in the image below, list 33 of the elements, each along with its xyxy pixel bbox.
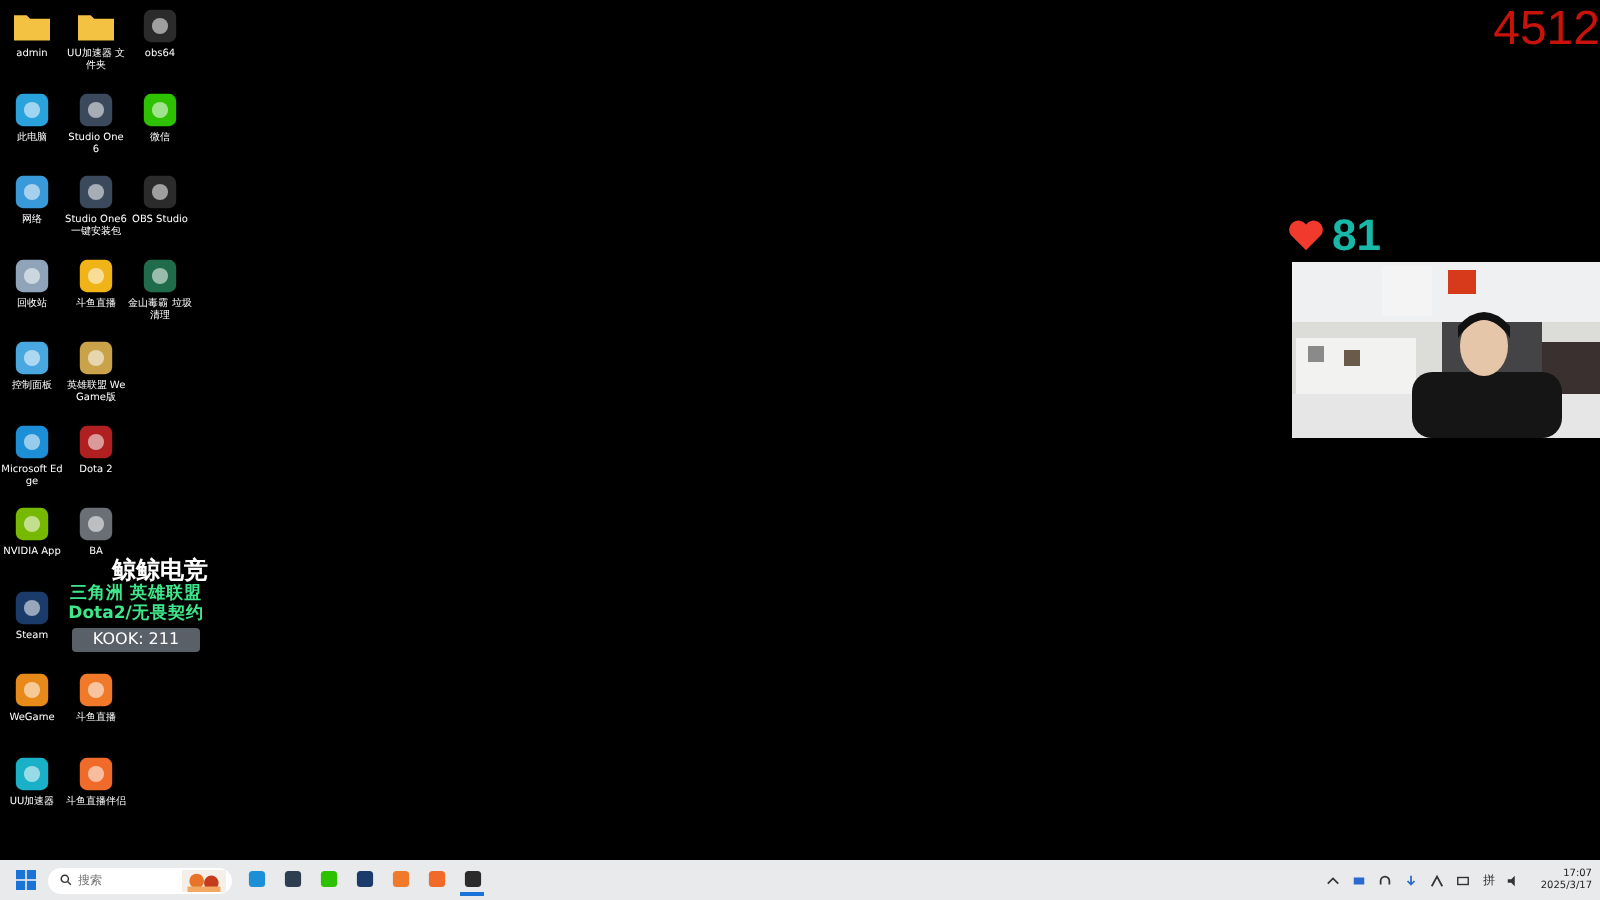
app-icon[interactable] <box>78 755 114 791</box>
app-icon[interactable] <box>78 340 114 376</box>
app-icon[interactable] <box>14 672 50 708</box>
app-icon[interactable] <box>142 8 178 44</box>
app-icon[interactable] <box>78 423 114 459</box>
viewer-count: 4512 <box>1493 0 1600 60</box>
app-icon[interactable] <box>14 589 50 625</box>
chevron-up-icon[interactable] <box>1326 873 1341 887</box>
app-icon[interactable] <box>14 91 50 127</box>
download-icon[interactable] <box>1404 873 1419 887</box>
app-icon[interactable] <box>14 423 50 459</box>
windows-start-icon[interactable] <box>16 870 36 890</box>
app-icon[interactable] <box>78 174 114 210</box>
like-count: 81 <box>1332 212 1381 260</box>
overlay-text: Dota2/无畏契约 <box>68 604 204 624</box>
app-icon[interactable] <box>142 257 178 293</box>
app-icon[interactable] <box>14 755 50 791</box>
overlay-text: 三角洲 英雄联盟 <box>70 584 202 604</box>
app-icon[interactable] <box>78 672 114 708</box>
app-icon[interactable] <box>142 174 178 210</box>
app-icon[interactable] <box>78 506 114 542</box>
kook-badge: KOOK: 211 <box>72 628 200 652</box>
app-icon[interactable] <box>142 91 178 127</box>
app-icon[interactable] <box>78 91 114 127</box>
app-icon[interactable] <box>14 340 50 376</box>
search-icon <box>60 874 72 886</box>
app-icon[interactable] <box>14 174 50 210</box>
app-icon[interactable] <box>14 506 50 542</box>
overlay-title: 鲸鲸电竞 <box>108 556 208 584</box>
speaker-icon[interactable] <box>1506 873 1521 887</box>
app-icon[interactable] <box>14 257 50 293</box>
app-icon[interactable] <box>78 257 114 293</box>
heart-icon <box>1288 220 1324 252</box>
